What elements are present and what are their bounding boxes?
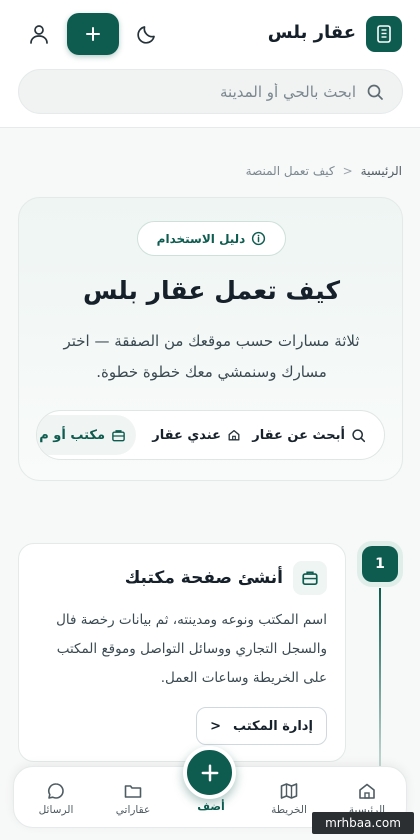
- breadcrumb-home[interactable]: الرئيسية: [361, 164, 402, 178]
- guide-badge: دليل الاستخدام: [137, 221, 286, 256]
- moon-icon: [137, 26, 155, 44]
- chat-icon: [48, 783, 64, 799]
- nav-item-home[interactable]: الرئيسية: [335, 781, 399, 816]
- folder-icon: [124, 785, 142, 798]
- top-header: عقار بلس: [0, 0, 420, 128]
- map-icon: [280, 783, 298, 799]
- step-title: أنشئ صفحة مكتبك: [124, 568, 283, 588]
- step-description: اسم المكتب ونوعه ومدينته، ثم بيانات رخصة…: [56, 612, 327, 686]
- nav-item-my-properties[interactable]: عقاراتي: [101, 781, 165, 816]
- account-button[interactable]: [27, 22, 51, 46]
- info-icon: [252, 231, 266, 246]
- hero-section: دليل الاستخدام كيف تعمل عقار بلس ثلاثة م…: [18, 197, 403, 481]
- tab-find-property[interactable]: أبحث عن عقار: [252, 411, 366, 459]
- add-fab-button[interactable]: [183, 746, 236, 799]
- theme-toggle-button[interactable]: [135, 22, 159, 46]
- step-timeline-line: [379, 588, 381, 778]
- app-name[interactable]: عقار بلس: [268, 22, 356, 43]
- nav-label: الخريطة: [271, 804, 307, 816]
- guide-badge-label: دليل الاستخدام: [156, 231, 246, 246]
- user-icon: [30, 25, 48, 44]
- home-icon: [228, 429, 240, 441]
- home-icon: [359, 783, 375, 799]
- breadcrumb-current: كيف تعمل المنصة: [245, 164, 335, 178]
- step-card-icon: [293, 561, 327, 595]
- tab-label: عندي عقار: [152, 427, 221, 443]
- plus-icon: [201, 764, 218, 781]
- tab-office[interactable]: مكتب أو م: [37, 415, 136, 455]
- page-description: ثلاثة مسارات حسب موقعك من الصفقة — اختر …: [63, 332, 360, 381]
- search-input[interactable]: [56, 70, 356, 113]
- nav-item-map[interactable]: الخريطة: [257, 781, 321, 816]
- search-icon: [352, 428, 366, 442]
- briefcase-icon: [112, 429, 125, 441]
- nav-label: عقاراتي: [115, 804, 151, 816]
- path-tabs: أبحث عن عقار عندي عقار مكتب أو م: [36, 410, 385, 460]
- manage-office-button[interactable]: إدارة المكتب <: [196, 707, 327, 745]
- tab-label: مكتب أو م: [39, 427, 105, 443]
- manage-office-label: إدارة المكتب: [232, 718, 313, 734]
- search-icon: [367, 84, 383, 100]
- tab-label: أبحث عن عقار: [252, 427, 345, 443]
- breadcrumb: الرئيسية < كيف تعمل المنصة: [246, 164, 402, 178]
- chevron-left-icon: <: [210, 718, 221, 734]
- briefcase-icon: [302, 571, 318, 586]
- search-bar[interactable]: [18, 69, 403, 114]
- app-logo[interactable]: [366, 16, 402, 52]
- step-number: 1: [362, 546, 398, 582]
- nav-add-label[interactable]: أضف: [179, 800, 243, 813]
- page-title: كيف تعمل عقار بلس: [83, 276, 340, 305]
- building-icon: [377, 25, 391, 43]
- add-listing-button[interactable]: [67, 13, 119, 55]
- nav-label: الرسائل: [38, 804, 74, 816]
- nav-item-messages[interactable]: الرسائل: [24, 781, 88, 816]
- plus-icon: [86, 27, 100, 41]
- tab-have-property[interactable]: عندي عقار: [152, 411, 241, 459]
- chevron-left-icon: <: [342, 164, 353, 178]
- watermark: mrhbaa.com: [312, 812, 414, 834]
- step-card: أنشئ صفحة مكتبك اسم المكتب ونوعه ومدينته…: [18, 543, 346, 762]
